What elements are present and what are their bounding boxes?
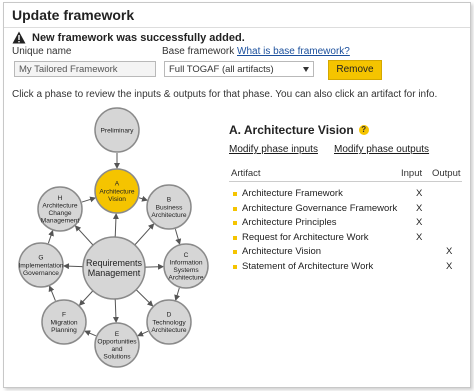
help-icon[interactable]: ? <box>358 125 369 135</box>
artifact-name[interactable]: Architecture Framework <box>242 188 343 199</box>
bullet-icon <box>233 235 237 240</box>
connector-arrow <box>74 225 98 251</box>
phase-label: Opportunities <box>97 339 137 346</box>
bullet-icon <box>233 192 237 196</box>
phase-node-e[interactable]: EOpportunitiesandSolutions <box>94 322 140 368</box>
connector-arrow <box>174 287 181 301</box>
connector-arrow <box>84 330 97 337</box>
modify-inputs-link[interactable]: Modify phase inputs <box>229 144 318 155</box>
phase-label: F <box>62 312 66 319</box>
phase-label: Business <box>156 204 183 211</box>
input-mark: X <box>416 231 423 243</box>
phase-label: Management <box>88 268 141 278</box>
phase-label: Solutions <box>103 354 131 361</box>
base-framework-value: Full TOGAF (all artifacts) <box>169 64 274 75</box>
phase-label: C <box>184 252 189 259</box>
artifact-name[interactable]: Request for Architecture Work <box>242 232 369 243</box>
phase-node-g[interactable]: GImplementationGovernance <box>18 242 64 288</box>
connector-arrow <box>81 196 97 203</box>
phase-label: Vision <box>108 196 126 203</box>
input-mark: X <box>416 188 423 199</box>
title-divider <box>4 27 470 28</box>
phase-node-preliminary[interactable]: Preliminary <box>94 107 140 153</box>
phase-node-center[interactable]: RequirementsManagement <box>82 236 146 300</box>
connector-arrow <box>137 330 149 337</box>
phase-node-d[interactable]: DTechnologyArchitecture <box>146 299 192 345</box>
phase-title-text: A. Architecture Vision <box>229 123 354 137</box>
connector-arrow <box>174 228 182 245</box>
connector-arrow <box>47 229 54 244</box>
phase-detail-title: A. Architecture Vision ? <box>229 123 369 137</box>
update-framework-panel: Update framework New framework was succe… <box>3 2 471 388</box>
phase-node-h[interactable]: HArchitectureChangeManagement <box>37 186 83 232</box>
bullet-icon <box>233 265 237 269</box>
phase-node-b[interactable]: BBusinessArchitecture <box>146 184 192 230</box>
artifact-name[interactable]: Architecture Governance Framework <box>242 203 397 214</box>
output-mark: X <box>446 246 453 258</box>
phase-label: Governance <box>23 270 59 277</box>
artifact-name[interactable]: Statement of Architecture Work <box>242 261 373 272</box>
alert-message: New framework was successfully added. <box>32 31 245 44</box>
phase-label: Change <box>48 210 71 217</box>
phase-node-f[interactable]: FMigrationPlanning <box>41 299 87 345</box>
phase-node-a[interactable]: AArchitectureVision <box>94 168 140 214</box>
phase-label: Architecture <box>42 203 78 210</box>
modify-outputs-link[interactable]: Modify phase outputs <box>334 144 429 155</box>
phase-label: Planning <box>51 327 77 334</box>
phase-label: Architecture <box>151 327 187 334</box>
output-mark: X <box>446 261 453 272</box>
connector-arrow <box>131 284 154 307</box>
base-framework-label-group: Base framework What is base framework? <box>162 46 350 57</box>
base-framework-select[interactable]: Full TOGAF (all artifacts) <box>164 61 314 77</box>
bullet-icon <box>233 221 237 226</box>
unique-name-label: Unique name <box>12 46 72 57</box>
phase-node-c[interactable]: CInformationSystemsArchitecture <box>163 243 209 289</box>
unique-name-input[interactable]: My Tailored Framework <box>14 61 156 77</box>
phase-label: Implementation <box>18 262 63 269</box>
input-mark: X <box>416 217 423 229</box>
success-alert: New framework was successfully added. <box>12 31 245 44</box>
phase-label: D <box>167 312 172 319</box>
phase-label: A <box>115 181 120 188</box>
phase-label: Architecture <box>168 275 204 282</box>
bullet-icon <box>233 250 237 255</box>
phase-label: Requirements <box>86 258 143 268</box>
connector-arrow <box>112 294 119 324</box>
phase-label: Systems <box>173 267 199 274</box>
connector-arrow <box>138 195 148 202</box>
panel-title: Update framework <box>12 7 135 23</box>
artifact-name[interactable]: Architecture Vision <box>242 246 321 257</box>
connector-arrow <box>129 223 155 250</box>
phase-label: Migration <box>50 319 77 326</box>
instruction-text: Click a phase to review the inputs & out… <box>12 89 438 100</box>
input-mark: X <box>416 202 423 214</box>
remove-button[interactable]: Remove <box>328 60 382 80</box>
base-framework-label: Base framework <box>162 46 235 57</box>
phase-label: Information <box>170 260 203 267</box>
phase-label: Technology <box>152 319 186 326</box>
phase-label: G <box>38 255 43 262</box>
phase-label: H <box>58 195 63 202</box>
phase-label: Management <box>41 218 80 225</box>
warning-icon <box>12 31 26 44</box>
connector-arrow <box>78 285 98 306</box>
phase-label: Architecture <box>151 212 187 219</box>
connector-arrow <box>48 285 56 301</box>
col-artifact: Artifact <box>231 168 261 179</box>
col-input: Input <box>401 168 423 179</box>
connector-arrow <box>62 263 88 270</box>
phase-label: Architecture <box>99 188 135 195</box>
phase-label: E <box>115 331 120 338</box>
connector-arrow <box>112 212 119 242</box>
phase-label: and <box>111 346 122 353</box>
adm-cycle-diagram: PreliminaryAArchitectureVision BBusinessA… <box>18 107 209 368</box>
col-output: Output <box>432 168 461 179</box>
bullet-icon <box>233 206 237 211</box>
phase-label: B <box>167 197 172 204</box>
chevron-down-icon <box>303 67 309 72</box>
phase-label: Preliminary <box>101 127 135 134</box>
artifact-name[interactable]: Architecture Principles <box>242 217 337 228</box>
table-header-divider <box>229 181 462 182</box>
base-framework-help-link[interactable]: What is base framework? <box>237 46 350 57</box>
